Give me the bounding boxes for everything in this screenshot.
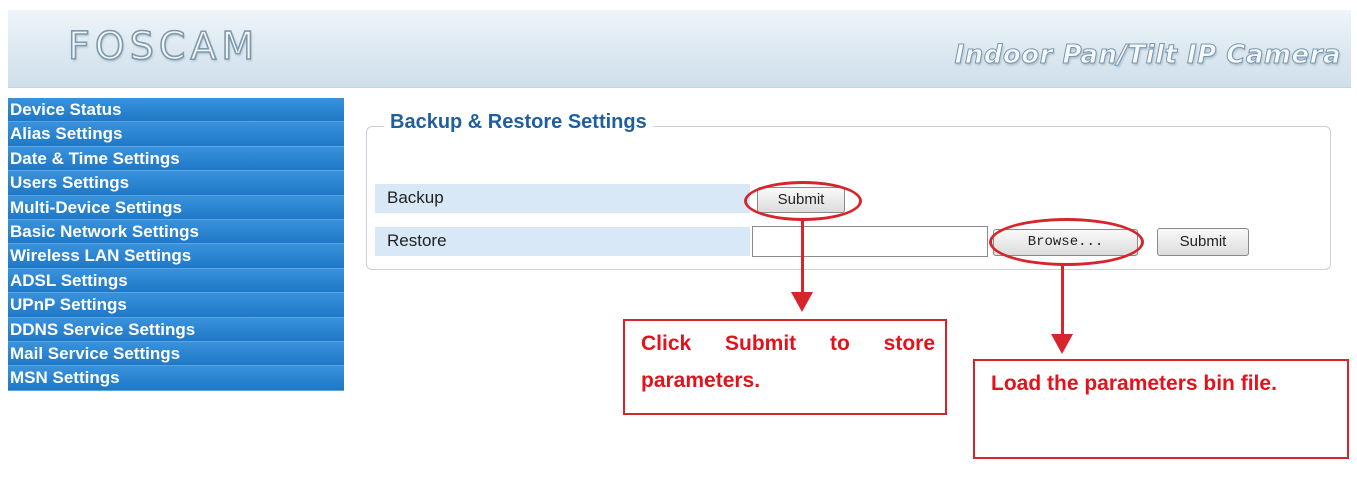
sidebar-item-adsl-settings[interactable]: ADSL Settings [8,268,344,294]
product-title: Indoor Pan/Tilt IP Camera [954,40,1341,71]
backup-note-callout: Click Submit to store parameters. [623,319,947,415]
sidebar-item-device-status[interactable]: Device Status [8,98,344,123]
restore-arrow-line [1061,265,1064,338]
restore-label: Restore [387,231,447,250]
restore-submit-button[interactable]: Submit [1157,228,1249,256]
browse-highlight [989,218,1144,266]
sidebar-item-upnp-settings[interactable]: UPnP Settings [8,293,344,318]
foscam-logo: FOSCAM [67,23,260,69]
sidebar-item-multi-device-settings[interactable]: Multi-Device Settings [8,195,344,220]
restore-arrowhead [1051,334,1073,354]
sidebar-item-alias-settings[interactable]: Alias Settings [8,122,344,147]
sidebar-item-msn-settings[interactable]: MSN Settings [8,366,344,391]
backup-submit-highlight [744,181,862,221]
backup-arrow-line [801,221,804,297]
restore-note-callout: Load the parameters bin file. [973,359,1349,459]
sidebar-item-wireless-lan-settings[interactable]: Wireless LAN Settings [8,244,344,269]
restore-file-input[interactable] [752,226,988,257]
backup-arrowhead [791,292,813,312]
sidebar-item-ddns-service-settings[interactable]: DDNS Service Settings [8,317,344,342]
sidebar-item-basic-network-settings[interactable]: Basic Network Settings [8,219,344,245]
sidebar-item-users-settings[interactable]: Users Settings [8,171,344,196]
backup-label: Backup [387,188,444,207]
sidebar-nav: Device Status Alias Settings Date & Time… [8,98,344,391]
panel-title: Backup & Restore Settings [384,111,653,134]
sidebar-item-date-time-settings[interactable]: Date & Time Settings [8,146,344,172]
sidebar-item-mail-service-settings[interactable]: Mail Service Settings [8,341,344,367]
header-banner: FOSCAM Indoor Pan/Tilt IP Camera [8,10,1351,88]
